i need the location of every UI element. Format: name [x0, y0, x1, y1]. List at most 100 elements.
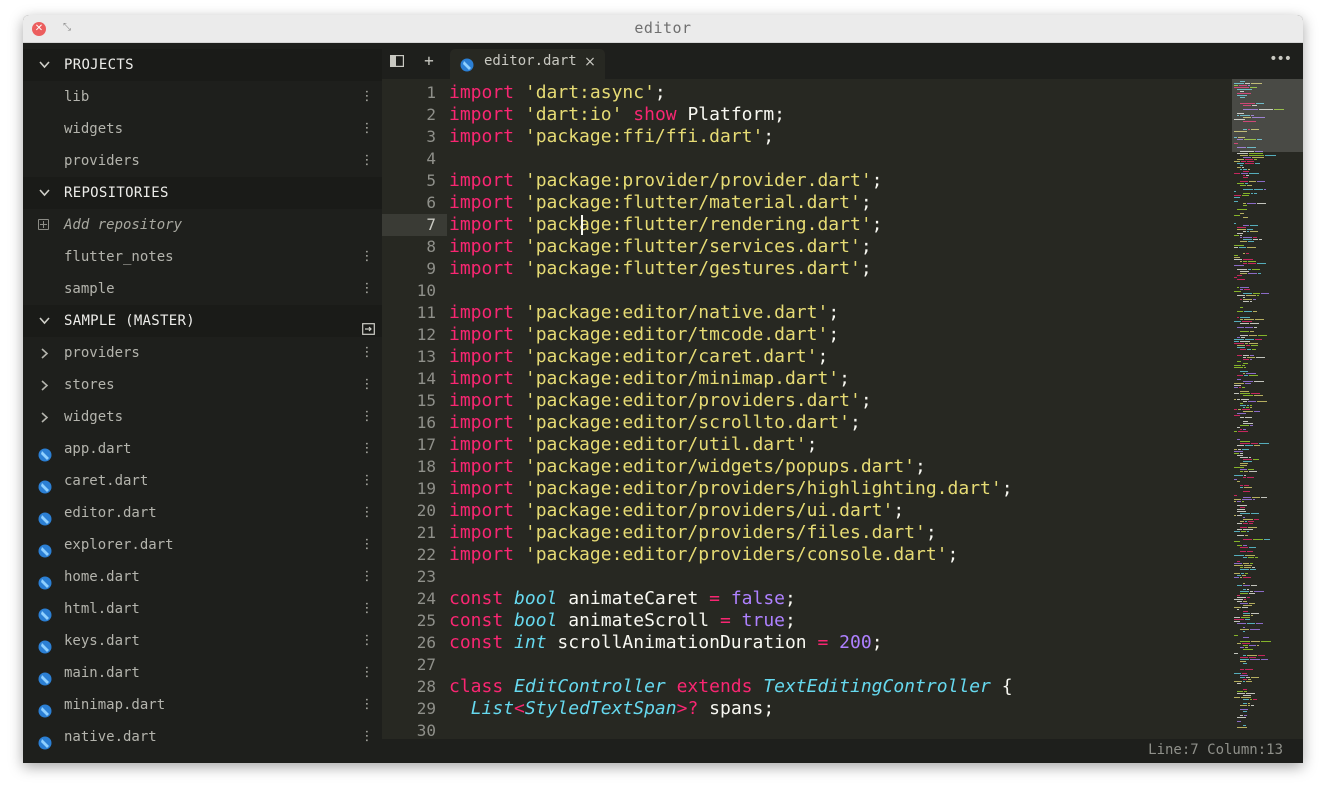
code-line[interactable]: 16 import 'package:editor/scrollto.dart';	[382, 412, 1232, 434]
code-line[interactable]: 18 import 'package:editor/widgets/popups.…	[382, 456, 1232, 478]
minimap-code-mark	[1240, 661, 1246, 662]
minimap-viewport[interactable]	[1232, 79, 1303, 152]
code-line[interactable]: 23	[382, 566, 1232, 588]
kebab-menu-icon[interactable]: ⋮	[360, 689, 374, 721]
minimap-code-mark	[1234, 577, 1239, 578]
section-projects[interactable]: PROJECTS	[23, 49, 382, 81]
more-options-icon[interactable]: •••	[1269, 43, 1292, 79]
code-line[interactable]: 27	[382, 654, 1232, 676]
file-item[interactable]: main.dart ⋮	[23, 657, 382, 689]
kebab-menu-icon[interactable]: ⋮	[360, 337, 374, 369]
minimap-code-mark	[1243, 171, 1249, 172]
folder-item-stores[interactable]: stores ⋮	[23, 369, 382, 401]
kebab-menu-icon[interactable]: ⋮	[360, 497, 374, 529]
minimap-code-mark	[1237, 535, 1244, 536]
kebab-menu-icon[interactable]: ⋮	[360, 113, 374, 145]
kebab-menu-icon[interactable]: ⋮	[360, 625, 374, 657]
code-line[interactable]: 30	[382, 720, 1232, 739]
kebab-menu-icon[interactable]: ⋮	[360, 465, 374, 497]
project-item-providers[interactable]: providers ⋮	[23, 145, 382, 177]
code-line[interactable]: 5 import 'package:provider/provider.dart'…	[382, 170, 1232, 192]
kebab-menu-icon[interactable]: ⋮	[360, 369, 374, 401]
code-line[interactable]: 1 import 'dart:async';	[382, 82, 1232, 104]
file-item[interactable]: keys.dart ⋮	[23, 625, 382, 657]
kebab-menu-icon[interactable]: ⋮	[360, 433, 374, 465]
minimap-code-mark	[1237, 279, 1245, 280]
code-line[interactable]: 15 import 'package:editor/providers.dart'…	[382, 390, 1232, 412]
project-item-widgets[interactable]: widgets ⋮	[23, 113, 382, 145]
file-label: editor.dart	[64, 505, 157, 521]
folder-item-providers[interactable]: providers ⋮	[23, 337, 382, 369]
minimap-code-mark	[1243, 423, 1253, 424]
new-tab-button[interactable]: +	[417, 43, 441, 79]
section-repositories[interactable]: REPOSITORIES	[23, 177, 382, 209]
checkout-icon[interactable]	[362, 315, 375, 335]
minimap-code-mark	[1237, 601, 1242, 602]
code-line[interactable]: 4	[382, 148, 1232, 170]
minimap-code-mark	[1253, 311, 1257, 312]
add-repository-button[interactable]: Add repository	[23, 209, 382, 241]
kebab-menu-icon[interactable]: ⋮	[360, 657, 374, 689]
code-line[interactable]: 24 const bool animateCaret = false;	[382, 588, 1232, 610]
file-item[interactable]: native.dart ⋮	[23, 721, 382, 753]
file-item[interactable]: app.dart ⋮	[23, 433, 382, 465]
minimap-code-mark	[1243, 519, 1253, 520]
code-line[interactable]: 10	[382, 280, 1232, 302]
file-item[interactable]: home.dart ⋮	[23, 561, 382, 593]
code-line[interactable]: 2 import 'dart:io' show Platform;	[382, 104, 1232, 126]
kebab-menu-icon[interactable]: ⋮	[360, 593, 374, 625]
code-editor[interactable]: 1 import 'dart:async'; 2 import 'dart:io' s…	[382, 79, 1232, 739]
kebab-menu-icon[interactable]: ⋮	[360, 241, 374, 273]
code-line[interactable]: 29 List<StyledTextSpan>? spans;	[382, 698, 1232, 720]
section-sample-master[interactable]: SAMPLE (MASTER)	[23, 305, 382, 337]
code-line[interactable]: 8 import 'package:flutter/services.dart';	[382, 236, 1232, 258]
file-item[interactable]: editor.dart ⋮	[23, 497, 382, 529]
code-line[interactable]: 22 import 'package:editor/providers/conso…	[382, 544, 1232, 566]
minimap-code-mark	[1250, 355, 1254, 356]
code-line[interactable]: 12 import 'package:editor/tmcode.dart';	[382, 324, 1232, 346]
code-line[interactable]: 17 import 'package:editor/util.dart';	[382, 434, 1232, 456]
tab-editor-dart[interactable]: editor.dart ×	[450, 49, 605, 79]
cursor-position: Line:7 Column:13	[1148, 742, 1283, 758]
code-line[interactable]: 20 import 'package:editor/providers/ui.da…	[382, 500, 1232, 522]
code-line[interactable]: 26 const int scrollAnimationDuration = 20…	[382, 632, 1232, 654]
kebab-menu-icon[interactable]: ⋮	[360, 401, 374, 433]
code-line[interactable]: 11 import 'package:editor/native.dart';	[382, 302, 1232, 324]
minimap-code-mark	[1261, 293, 1269, 294]
file-item[interactable]: minimap.dart ⋮	[23, 689, 382, 721]
minimap-code-mark	[1237, 209, 1247, 210]
kebab-menu-icon[interactable]: ⋮	[360, 273, 374, 305]
kebab-menu-icon[interactable]: ⋮	[360, 561, 374, 593]
minimap[interactable]	[1232, 79, 1303, 739]
code-line[interactable]: 13 import 'package:editor/caret.dart';	[382, 346, 1232, 368]
kebab-menu-icon[interactable]: ⋮	[360, 529, 374, 561]
folder-item-widgets[interactable]: widgets ⋮	[23, 401, 382, 433]
code-line[interactable]: 21 import 'package:editor/providers/files…	[382, 522, 1232, 544]
code-line[interactable]: 3 import 'package:ffi/ffi.dart';	[382, 126, 1232, 148]
minimap-code-mark	[1240, 405, 1246, 406]
minimap-code-mark	[1237, 575, 1241, 576]
code-line[interactable]: 6 import 'package:flutter/material.dart';	[382, 192, 1232, 214]
close-tab-icon[interactable]: ×	[582, 53, 598, 71]
file-item[interactable]: html.dart ⋮	[23, 593, 382, 625]
kebab-menu-icon[interactable]: ⋮	[360, 145, 374, 177]
minimap-code-mark	[1246, 175, 1249, 176]
sidebar-toggle-icon[interactable]	[385, 43, 409, 79]
repository-item-flutter-notes[interactable]: flutter_notes ⋮	[23, 241, 382, 273]
repository-item-sample[interactable]: sample ⋮	[23, 273, 382, 305]
code-line[interactable]: 9 import 'package:flutter/gestures.dart';	[382, 258, 1232, 280]
code-line[interactable]: 25 const bool animateScroll = true;	[382, 610, 1232, 632]
code-line[interactable]: 19 import 'package:editor/providers/highl…	[382, 478, 1232, 500]
project-item-lib[interactable]: lib ⋮	[23, 81, 382, 113]
kebab-menu-icon[interactable]: ⋮	[360, 81, 374, 113]
minimap-code-mark	[1253, 239, 1258, 240]
code-line[interactable]: 7 import 'package:flutter/rendering.dart'…	[382, 214, 1232, 236]
minimap-code-mark	[1253, 237, 1257, 238]
minimap-code-mark	[1234, 291, 1241, 292]
file-item[interactable]: caret.dart ⋮	[23, 465, 382, 497]
minimap-code-mark	[1234, 365, 1241, 366]
code-line[interactable]: 14 import 'package:editor/minimap.dart';	[382, 368, 1232, 390]
kebab-menu-icon[interactable]: ⋮	[360, 721, 374, 753]
code-line[interactable]: 28 class EditController extends TextEditi…	[382, 676, 1232, 698]
file-item[interactable]: explorer.dart ⋮	[23, 529, 382, 561]
